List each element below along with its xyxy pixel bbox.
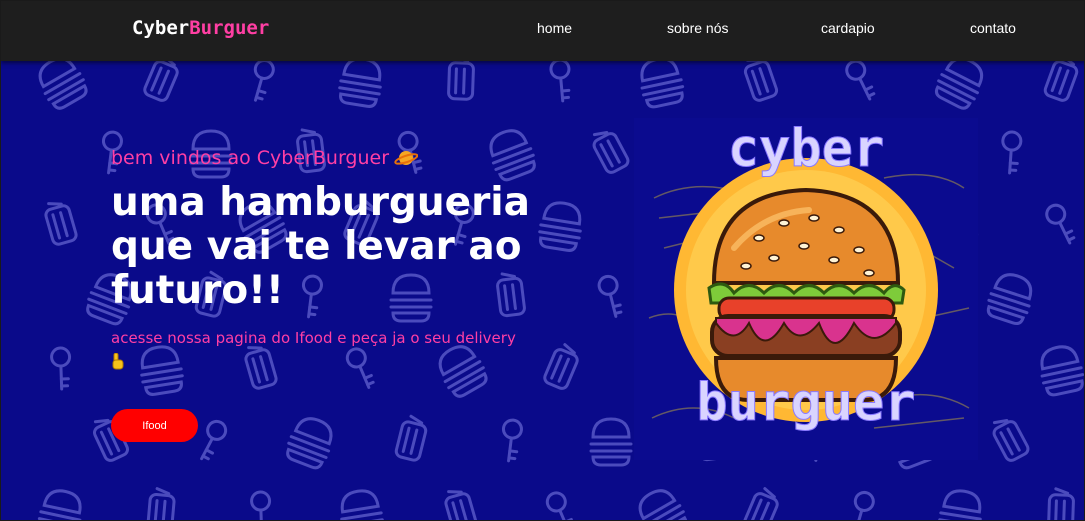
nav-link-cardapio[interactable]: cardapio (821, 20, 875, 36)
logo-image-text-cyber: cyber (728, 119, 885, 179)
ifood-button[interactable]: Ifood (111, 409, 198, 442)
pattern-soda-icon (741, 484, 783, 520)
pattern-soda-icon (1042, 61, 1082, 104)
pattern-key-icon (543, 488, 579, 520)
pattern-burger-icon (935, 486, 986, 520)
welcome-text-row: bem vindos ao CyberBurguer (111, 147, 419, 169)
pattern-soda-icon (987, 412, 1032, 465)
pattern-soda-icon (41, 197, 79, 248)
pattern-soda-icon (141, 61, 183, 104)
pattern-key-icon (595, 272, 627, 321)
headline-line-2: que vai te levar ao (111, 224, 522, 269)
pattern-burger-icon (282, 411, 340, 473)
pattern-key-icon (192, 416, 231, 465)
pattern-burger-icon (983, 268, 1039, 328)
pattern-burger-icon (930, 61, 991, 113)
logo-accent: Burguer (189, 17, 270, 39)
pattern-soda-icon (541, 340, 583, 392)
pattern-burger-icon (34, 485, 87, 520)
pattern-key-icon (245, 61, 277, 105)
hero-subtitle: acesse nossa pagina do Ifood e peça ja o… (111, 329, 516, 347)
pattern-soda-icon (441, 485, 479, 520)
pattern-key-icon (845, 488, 877, 520)
pattern-soda-icon (393, 413, 430, 463)
headline-line-1: uma hamburgueria (111, 180, 530, 225)
pointing-down-hand-icon (112, 353, 124, 370)
pattern-key-icon (548, 61, 574, 104)
pattern-key-icon (999, 129, 1023, 176)
pattern-key-icon (249, 490, 273, 520)
pattern-burger-icon (631, 482, 692, 520)
pattern-burger-icon (635, 61, 688, 111)
pattern-burger-icon (535, 198, 586, 254)
nav-link-home[interactable]: home (537, 20, 572, 36)
pattern-burger-icon (336, 486, 387, 520)
logo-image-text-burguer: burguer (696, 373, 915, 433)
site-logo[interactable]: CyberBurguer (132, 17, 269, 39)
navbar: CyberBurguer home sobre nós cardapio con… (1, 1, 1084, 61)
pattern-key-icon (1042, 200, 1080, 249)
pattern-soda-icon (1046, 487, 1076, 520)
pattern-soda-icon (587, 124, 632, 177)
pattern-key-icon (842, 61, 880, 105)
logo-prefix: Cyber (132, 17, 190, 39)
hero-section: bem vindos ao CyberBurguer uma hamburgue… (1, 61, 1084, 520)
page-frame: CyberBurguer home sobre nós cardapio con… (0, 0, 1085, 521)
pattern-soda-icon (446, 61, 476, 101)
pattern-burger-icon (335, 61, 386, 110)
hero-subtitle-block: acesse nossa pagina do Ifood e peça ja o… (111, 327, 531, 371)
pattern-key-icon (498, 417, 524, 464)
planet-icon (394, 151, 419, 165)
pattern-soda-icon (145, 486, 177, 520)
hero-headline: uma hamburgueria que vai te levar ao fut… (111, 181, 531, 313)
headline-line-3: futuro!! (111, 268, 284, 313)
welcome-text: bem vindos ao CyberBurguer (111, 147, 390, 169)
cyberburguer-logo-image: cyber burguer (634, 118, 978, 460)
nav-link-sobre-nos[interactable]: sobre nós (667, 20, 728, 36)
pattern-soda-icon (740, 61, 780, 104)
pattern-key-icon (49, 346, 73, 391)
nav-link-contato[interactable]: contato (970, 20, 1016, 36)
pattern-burger-icon (1035, 341, 1084, 399)
pattern-burger-icon (31, 61, 92, 114)
pattern-burger-icon (482, 123, 540, 185)
pattern-burger-icon (589, 417, 633, 467)
